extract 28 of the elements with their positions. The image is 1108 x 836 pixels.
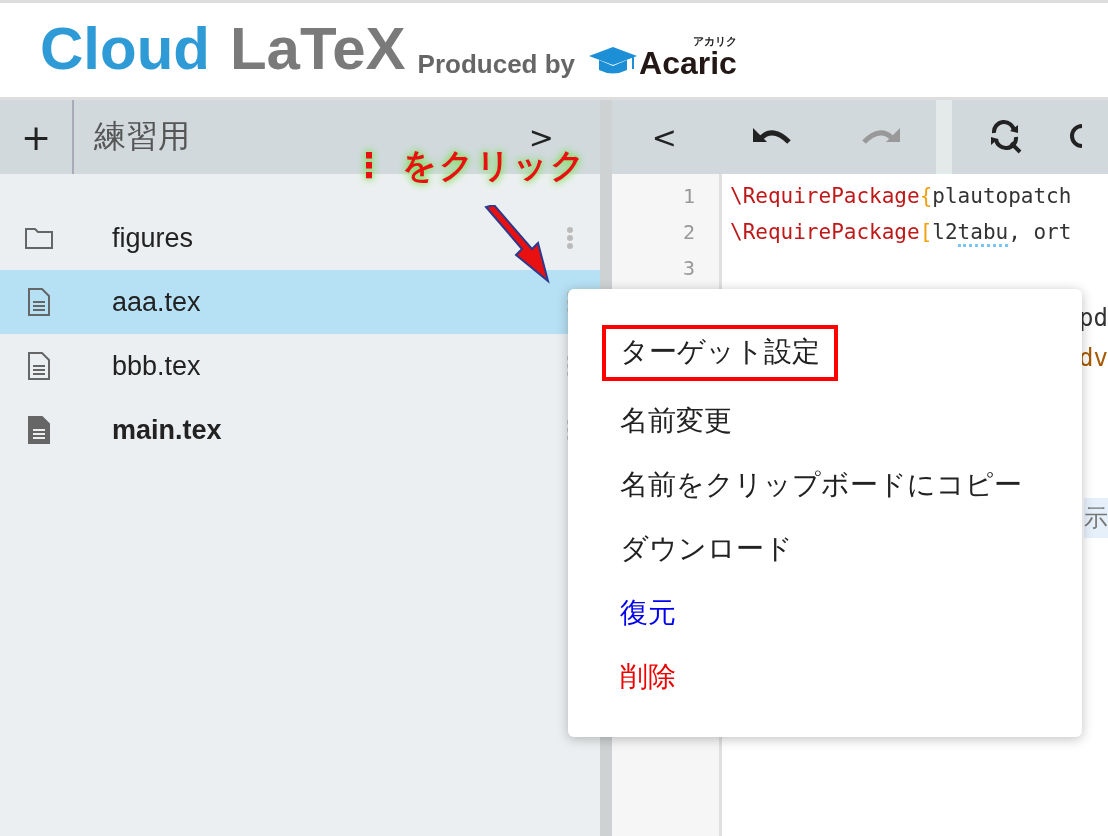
search-replace-icon[interactable] xyxy=(988,119,1024,155)
forward-button[interactable]: > xyxy=(522,118,560,156)
menu-item[interactable]: ダウンロード xyxy=(602,517,811,581)
line-number: 2 xyxy=(682,219,695,246)
produced-by-text: Produced by xyxy=(417,51,576,79)
code-line: \RequirePackage[l2tabu, ort xyxy=(730,220,1072,247)
file-name: main.tex xyxy=(112,414,223,446)
file-name: aaa.tex xyxy=(112,286,202,318)
menu-item[interactable]: 復元 xyxy=(602,581,694,645)
file-name: bbb.tex xyxy=(112,350,202,382)
menu-item[interactable]: 名前をクリップボードにコピー xyxy=(602,453,1040,517)
file-row[interactable]: figures xyxy=(0,206,600,270)
menu-item[interactable]: 削除 xyxy=(602,645,694,709)
file-row[interactable]: aaa.tex xyxy=(0,270,600,334)
brand-kana-text: アカリク xyxy=(692,36,737,47)
back-button[interactable]: < xyxy=(645,118,683,156)
brand-name-text: Acaric xyxy=(639,47,737,79)
folder-icon xyxy=(24,226,54,250)
project-title: 練習用 xyxy=(93,116,191,157)
line-number: 1 xyxy=(682,183,695,210)
code-line: \RequirePackage{plautopatch xyxy=(730,184,1072,208)
line-number: 3 xyxy=(682,255,695,282)
menu-item[interactable]: ターゲット設定 xyxy=(602,325,838,381)
file-name: figures xyxy=(112,222,195,254)
logo-text: LaTeX xyxy=(229,19,406,79)
menu-item[interactable]: 名前変更 xyxy=(602,389,750,453)
code-fragment: 示 xyxy=(1084,498,1108,538)
logo-text: Cloud xyxy=(40,19,210,79)
